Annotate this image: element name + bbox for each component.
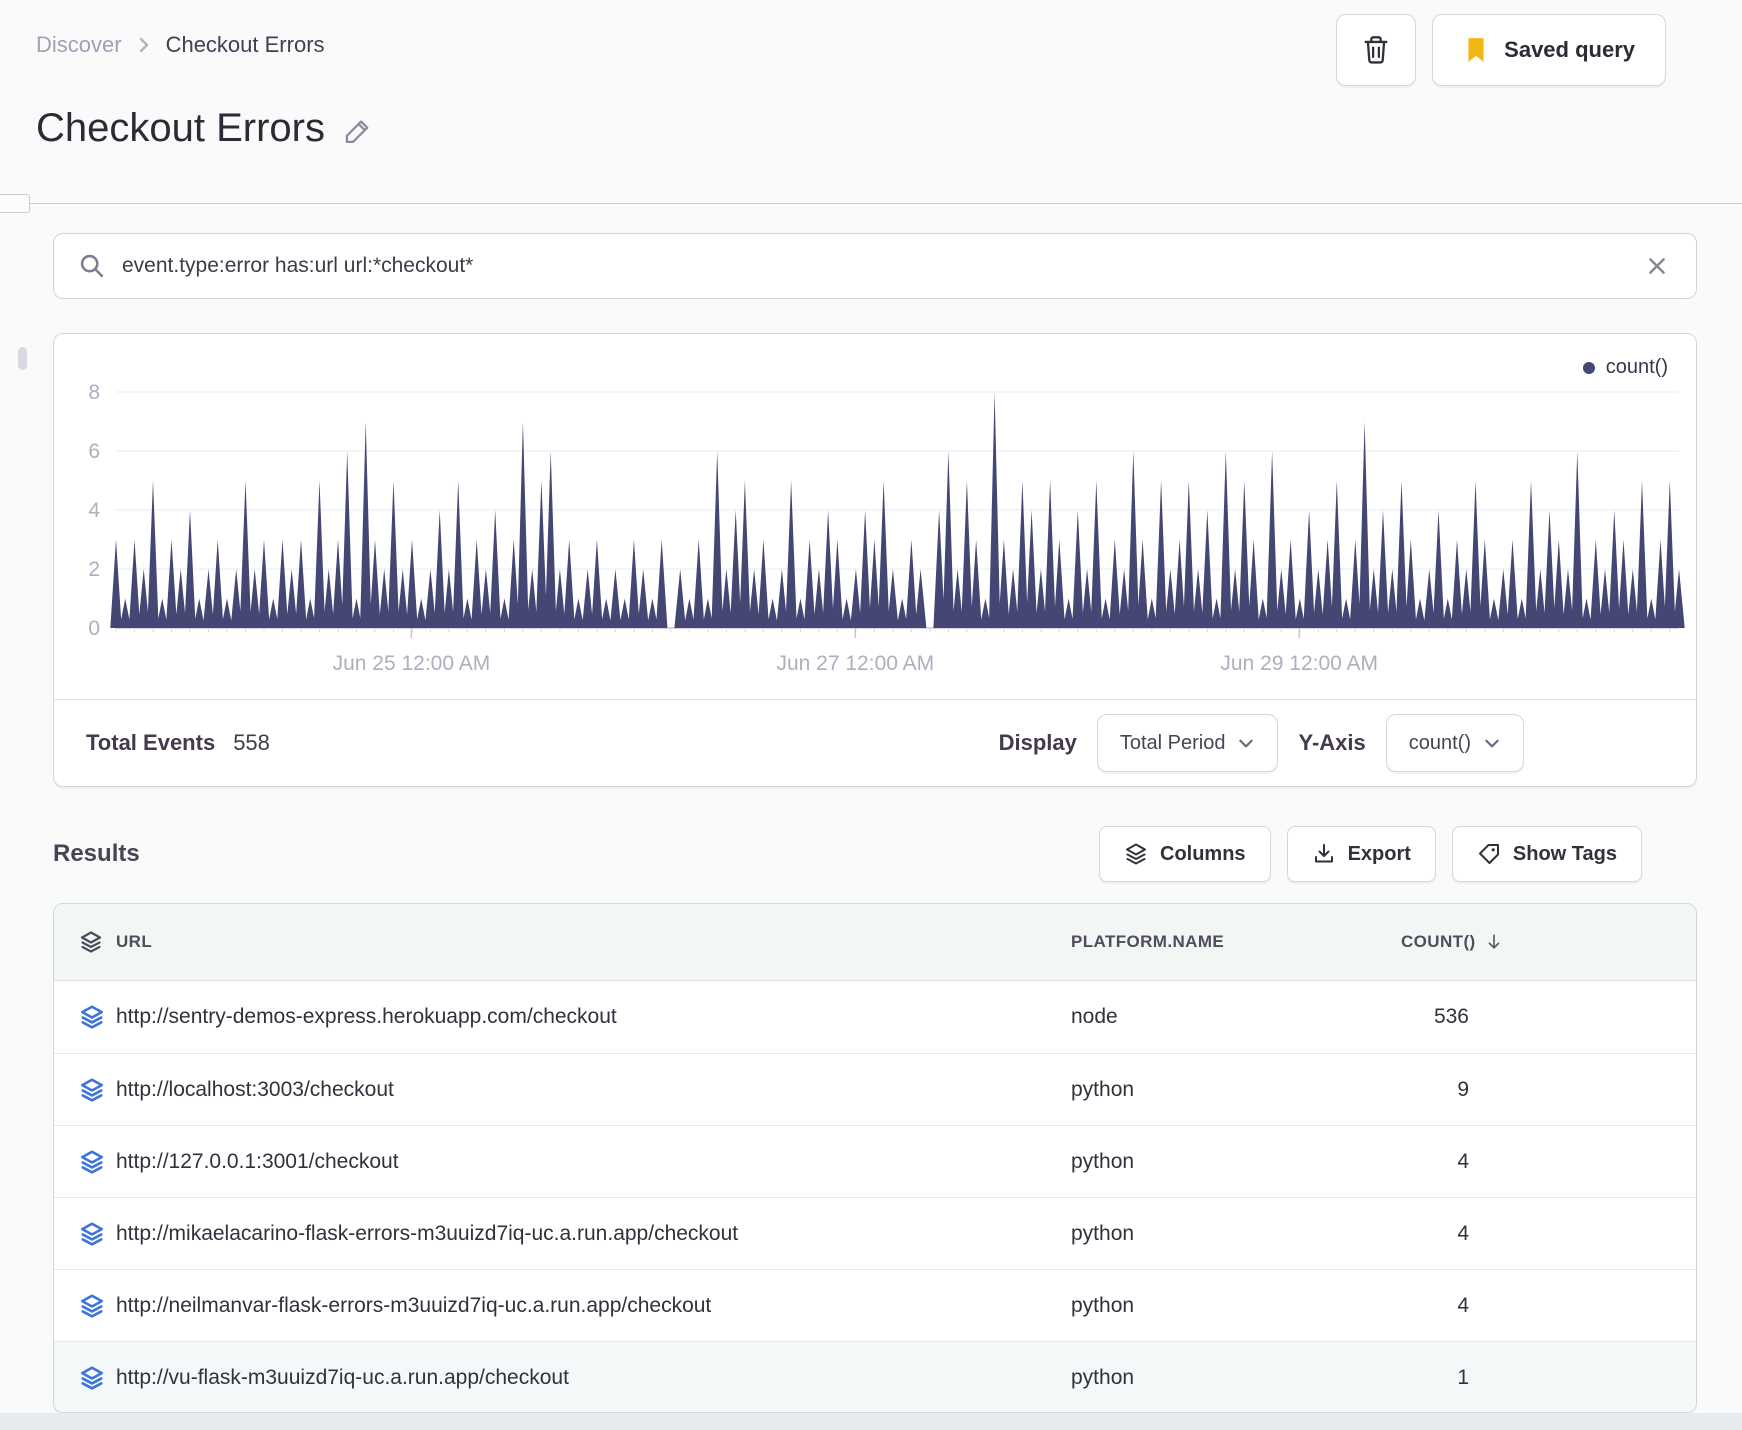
table-row[interactable]: http://127.0.0.1:3001/checkout python 4 xyxy=(54,1125,1696,1197)
url-cell: http://neilmanvar-flask-errors-m3uuizd7i… xyxy=(116,1293,712,1317)
yaxis-label: Y-Axis xyxy=(1298,730,1366,755)
url-cell: http://vu-flask-m3uuizd7iq-uc.a.run.app/… xyxy=(116,1365,569,1389)
tag-icon xyxy=(1478,844,1499,864)
url-cell: http://localhost:3003/checkout xyxy=(116,1077,394,1101)
display-value: Total Period xyxy=(1119,731,1226,754)
delete-query-button[interactable] xyxy=(1336,14,1417,86)
header-stack-icon[interactable] xyxy=(54,929,116,955)
url-cell: http://mikaelacarino-flask-errors-m3uuiz… xyxy=(116,1221,739,1245)
count-header-label: COUNT() xyxy=(1401,932,1476,951)
results-actions: Columns Export Show Tags xyxy=(1099,826,1642,882)
breadcrumb-discover-link[interactable]: Discover xyxy=(36,32,122,58)
svg-text:Jun 27 12:00 AM: Jun 27 12:00 AM xyxy=(776,652,934,675)
platform-cell: python xyxy=(1071,1365,1135,1389)
download-icon xyxy=(1314,844,1333,863)
collapse-handle[interactable] xyxy=(0,194,30,213)
events-chart-panel: count() 0 2 4 6 8 Jun 25 12:00 AM Jun 27 12:00… xyxy=(53,333,1697,787)
row-stack-icon[interactable] xyxy=(54,1076,116,1104)
svg-text:Jun 25 12:00 AM: Jun 25 12:00 AM xyxy=(333,652,491,675)
header-actions: Saved query xyxy=(1336,14,1666,86)
header-divider xyxy=(0,203,1742,204)
url-cell: http://sentry-demos-express.herokuapp.co… xyxy=(116,1005,617,1028)
yaxis-value: count() xyxy=(1408,731,1471,754)
platform-cell: node xyxy=(1071,1005,1118,1028)
platform-cell: python xyxy=(1071,1293,1135,1317)
breadcrumb-current: Checkout Errors xyxy=(165,32,325,57)
page-title: Checkout Errors xyxy=(36,106,325,150)
url-cell: http://127.0.0.1:3001/checkout xyxy=(116,1149,399,1173)
column-header-platform[interactable]: PLATFORM.NAME xyxy=(1071,932,1401,952)
column-header-url[interactable]: URL xyxy=(116,932,1071,952)
chart-footer: Total Events 558 Display Total Period Y-… xyxy=(54,699,1696,786)
results-table: URL PLATFORM.NAME COUNT() http://sentry-… xyxy=(53,903,1697,1413)
search-icon xyxy=(78,252,106,280)
count-cell: 4 xyxy=(1457,1293,1469,1317)
search-input[interactable] xyxy=(122,254,1626,278)
export-label: Export xyxy=(1347,842,1411,865)
table-body: http://sentry-demos-express.herokuapp.co… xyxy=(54,981,1696,1412)
saved-query-button[interactable]: Saved query xyxy=(1432,14,1666,86)
display-dropdown[interactable]: Total Period xyxy=(1096,714,1279,772)
count-cell: 536 xyxy=(1433,1005,1469,1028)
columns-label: Columns xyxy=(1160,842,1246,865)
table-row[interactable]: http://mikaelacarino-flask-errors-m3uuiz… xyxy=(54,1197,1696,1269)
results-heading: Results xyxy=(53,840,140,867)
page-title-row: Checkout Errors xyxy=(36,106,373,151)
search-bar xyxy=(53,233,1697,299)
row-stack-icon[interactable] xyxy=(54,1148,116,1176)
export-button[interactable]: Export xyxy=(1286,826,1436,882)
total-events-value: 558 xyxy=(233,730,270,755)
table-header-row: URL PLATFORM.NAME COUNT() xyxy=(54,904,1696,981)
chart-controls: Display Total Period Y-Axis count() xyxy=(999,714,1666,772)
row-stack-icon[interactable] xyxy=(54,1364,116,1392)
sort-desc-arrow-icon xyxy=(1488,934,1499,949)
count-cell: 9 xyxy=(1457,1077,1469,1101)
table-row[interactable]: http://vu-flask-m3uuizd7iq-uc.a.run.app/… xyxy=(54,1341,1696,1412)
count-cell: 4 xyxy=(1457,1221,1469,1245)
svg-text:6: 6 xyxy=(88,440,100,463)
drag-pill xyxy=(18,347,27,370)
bookmark-icon xyxy=(1463,36,1489,64)
count-cell: 1 xyxy=(1457,1365,1469,1389)
svg-text:2: 2 xyxy=(88,558,100,581)
clear-search-icon[interactable] xyxy=(1642,251,1672,281)
trash-icon xyxy=(1362,35,1390,65)
bottom-strip xyxy=(0,1413,1742,1430)
svg-text:Jun 29 12:00 AM: Jun 29 12:00 AM xyxy=(1220,652,1378,675)
edit-title-pencil-icon[interactable] xyxy=(343,116,373,148)
show-tags-label: Show Tags xyxy=(1512,842,1617,865)
legend-count[interactable]: count() xyxy=(1582,356,1668,379)
chevron-down-icon xyxy=(1239,739,1254,748)
row-stack-icon[interactable] xyxy=(54,1220,116,1248)
total-events-label: Total Events xyxy=(86,730,216,755)
column-header-count[interactable]: COUNT() xyxy=(1401,932,1504,952)
chevron-right-icon xyxy=(136,34,152,56)
yaxis-dropdown[interactable]: count() xyxy=(1385,714,1524,772)
table-row[interactable]: http://neilmanvar-flask-errors-m3uuizd7i… xyxy=(54,1269,1696,1341)
svg-text:8: 8 xyxy=(88,381,100,404)
row-stack-icon[interactable] xyxy=(54,1292,116,1320)
columns-button[interactable]: Columns xyxy=(1099,826,1271,882)
platform-cell: python xyxy=(1071,1221,1135,1245)
svg-text:4: 4 xyxy=(88,499,100,522)
stack-icon xyxy=(1126,843,1146,865)
count-cell: 4 xyxy=(1457,1149,1469,1173)
show-tags-button[interactable]: Show Tags xyxy=(1451,826,1642,882)
platform-cell: python xyxy=(1071,1077,1135,1101)
display-label: Display xyxy=(998,730,1077,755)
saved-query-label: Saved query xyxy=(1504,37,1635,62)
table-row[interactable]: http://localhost:3003/checkout python 9 xyxy=(54,1053,1696,1125)
platform-cell: python xyxy=(1071,1149,1135,1173)
chevron-down-icon xyxy=(1485,739,1499,748)
svg-text:0: 0 xyxy=(88,617,100,640)
legend-label: count() xyxy=(1605,356,1668,378)
table-row[interactable]: http://sentry-demos-express.herokuapp.co… xyxy=(54,981,1696,1053)
breadcrumb: Discover Checkout Errors xyxy=(36,32,325,58)
events-area-chart[interactable]: 0 2 4 6 8 Jun 25 12:00 AM Jun 27 12:00 AM Jun 2… xyxy=(54,334,1698,699)
legend-dot xyxy=(1582,361,1595,374)
row-stack-icon[interactable] xyxy=(54,1003,116,1031)
